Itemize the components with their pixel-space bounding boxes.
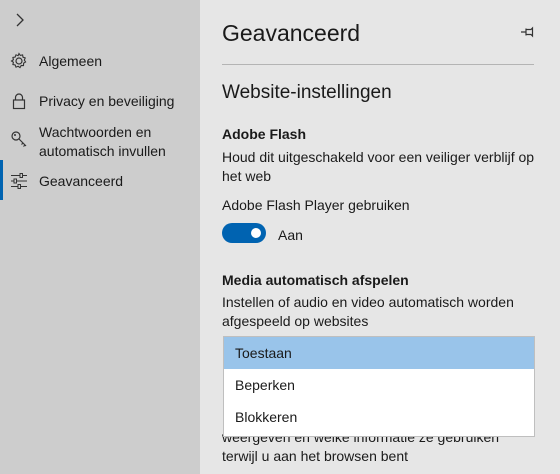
settings-sidebar: Algemeen Privacy en beveiliging Wachtwoo… bbox=[0, 0, 200, 474]
pin-button[interactable] bbox=[518, 22, 538, 42]
sidebar-item-algemeen[interactable]: Algemeen bbox=[0, 50, 200, 72]
toggle-knob bbox=[251, 228, 261, 238]
media-heading: Media automatisch afspelen bbox=[222, 272, 409, 288]
flash-toggle-state: Aan bbox=[278, 227, 303, 243]
active-indicator bbox=[0, 160, 3, 200]
gear-icon bbox=[10, 52, 27, 69]
sidebar-item-label: Algemeen bbox=[39, 53, 103, 69]
dropdown-option-beperken[interactable]: Beperken bbox=[224, 369, 534, 401]
expand-sidebar-button[interactable] bbox=[8, 8, 32, 32]
divider bbox=[222, 64, 534, 65]
dropdown-option-blokkeren[interactable]: Blokkeren bbox=[224, 401, 534, 433]
sliders-icon bbox=[11, 173, 27, 189]
dropdown-option-toestaan[interactable]: Toestaan bbox=[224, 337, 534, 369]
sidebar-item-label: Geavanceerd bbox=[39, 173, 124, 189]
partial-text-line: terwijl u aan het browsen bent bbox=[222, 448, 408, 464]
flash-heading: Adobe Flash bbox=[222, 126, 307, 142]
pin-icon bbox=[521, 26, 534, 38]
settings-window: Algemeen Privacy en beveiliging Wachtwoo… bbox=[0, 0, 560, 474]
option-label: Toestaan bbox=[235, 345, 292, 361]
chevron-right-icon bbox=[16, 13, 24, 27]
key-icon bbox=[11, 131, 27, 147]
flash-toggle-caption: Adobe Flash Player gebruiken bbox=[222, 197, 410, 213]
sidebar-item-privacy[interactable]: Privacy en beveiliging bbox=[0, 90, 200, 112]
autoplay-dropdown-list: Toestaan Beperken Blokkeren bbox=[223, 336, 535, 437]
flash-description: Houd dit uitgeschakeld voor een veiliger… bbox=[222, 149, 535, 184]
sidebar-item-label: Wachtwoorden en automatisch invullen bbox=[39, 124, 166, 159]
sidebar-item-geavanceerd[interactable]: Geavanceerd bbox=[0, 160, 200, 200]
sidebar-item-wachtwoorden[interactable]: Wachtwoorden en automatisch invullen bbox=[0, 122, 200, 162]
media-description: Instellen of audio en video automatisch … bbox=[222, 294, 514, 329]
option-label: Blokkeren bbox=[235, 409, 298, 425]
page-title: Geavanceerd bbox=[222, 20, 361, 46]
flash-toggle[interactable] bbox=[222, 223, 266, 243]
lock-icon bbox=[12, 93, 26, 110]
sidebar-item-label: Privacy en beveiliging bbox=[39, 93, 175, 109]
option-label: Beperken bbox=[235, 377, 295, 393]
section-title: Website-instellingen bbox=[222, 82, 392, 103]
